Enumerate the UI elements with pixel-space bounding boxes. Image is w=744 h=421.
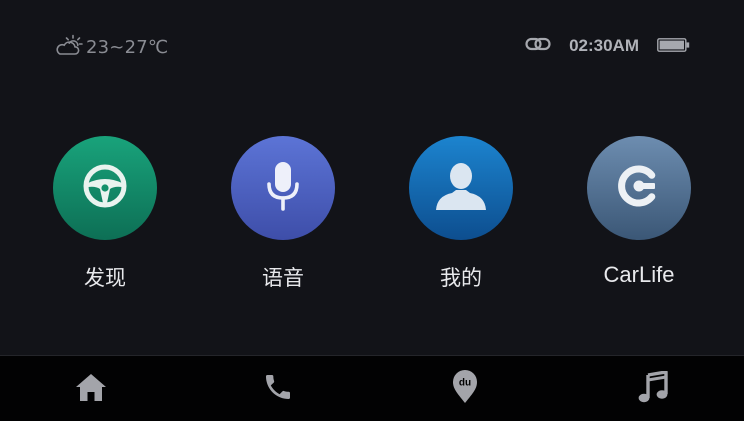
dock-home-button[interactable] [41,356,141,421]
app-launcher: 发现 语音 我的 CarLife [0,136,744,296]
phone-icon [262,371,294,407]
dock-music-button[interactable] [603,356,703,421]
temperature-range: 23~27℃ [86,36,169,58]
home-icon [75,372,107,406]
clock-time: 02:30AM [569,36,639,55]
profile-button[interactable] [409,136,513,240]
status-bar: 23~27℃ 02:30AM [0,0,744,96]
microphone-icon [263,160,303,216]
carlife-button[interactable] [587,136,691,240]
app-carlife[interactable]: CarLife [559,136,719,288]
app-discover[interactable]: 发现 [25,136,185,292]
map-pin-du-icon: du [452,369,478,408]
user-icon [434,160,488,216]
app-voice[interactable]: 语音 [203,136,363,292]
discover-button[interactable] [53,136,157,240]
music-icon [638,369,668,407]
battery-icon [657,37,690,56]
app-label: CarLife [603,262,675,287]
app-label: 发现 [84,266,126,290]
dock-phone-button[interactable] [228,356,328,421]
weather-widget[interactable]: 23~27℃ [56,34,168,60]
steering-wheel-icon [81,162,129,214]
partly-cloudy-icon [56,34,84,60]
app-label: 我的 [440,266,482,290]
carlife-logo-icon [613,160,665,216]
dock-map-button[interactable]: du [415,356,515,421]
du-badge-text: du [459,377,471,388]
bottom-dock: du [0,355,744,421]
app-profile[interactable]: 我的 [381,136,541,292]
voice-button[interactable] [231,136,335,240]
app-label: 语音 [262,266,304,290]
link-icon [525,36,551,56]
status-indicators: 02:30AM [525,36,690,56]
